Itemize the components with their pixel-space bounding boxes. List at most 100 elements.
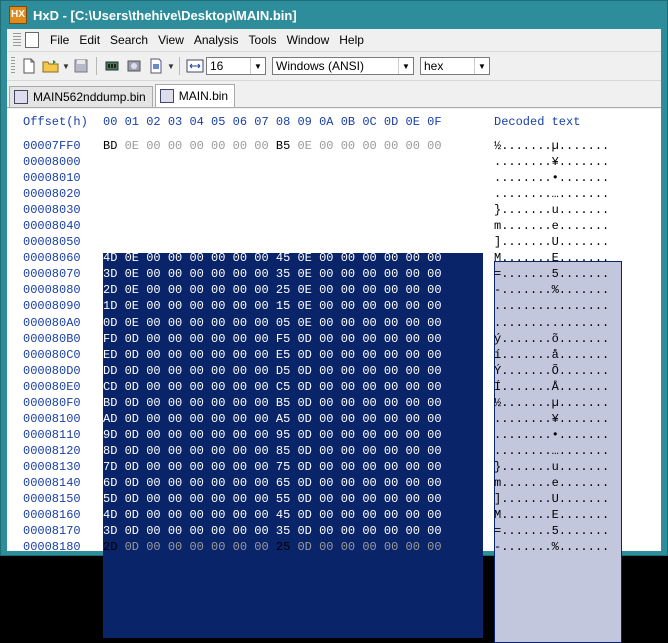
hex-byte[interactable]: 00 [406,364,428,378]
hex-byte[interactable]: 0D [125,364,147,378]
hex-byte[interactable]: 00 [233,524,255,538]
hex-byte[interactable]: 00 [254,251,276,265]
hex-byte[interactable]: 00 [146,235,168,249]
hex-byte[interactable]: 00 [189,412,211,426]
hex-byte[interactable]: 00 [341,524,363,538]
hex-byte[interactable]: 00 [211,380,233,394]
hex-byte[interactable]: 00 [362,380,384,394]
hex-byte[interactable]: 00 [168,540,190,554]
decoded-row[interactable]: ........•....... [494,170,609,186]
hex-byte[interactable]: 00 [406,171,428,185]
hex-byte[interactable]: 00 [211,171,233,185]
menu-tools[interactable]: Tools [244,33,282,47]
hex-byte[interactable]: 0E [125,155,147,169]
hex-byte[interactable]: 00 [254,171,276,185]
hex-byte[interactable]: 0E [125,235,147,249]
hex-byte[interactable]: 8D [103,444,125,458]
hex-byte[interactable]: 00 [319,171,341,185]
hex-byte[interactable]: 00 [168,299,190,313]
hex-byte[interactable]: 00 [406,396,428,410]
hex-byte[interactable]: 00 [146,155,168,169]
hex-byte[interactable]: A5 [276,412,298,426]
hex-byte[interactable]: 0E [297,171,319,185]
hex-byte[interactable]: 00 [427,428,441,442]
hex-byte[interactable]: 00 [427,203,441,217]
hex-byte[interactable]: 0E [297,187,319,201]
hex-row[interactable]: FD 0D 00 00 00 00 00 00 F5 0D 00 00 00 0… [103,331,442,347]
bytes-per-row-select[interactable]: 16 ▼ [206,57,266,75]
hex-byte[interactable]: 00 [427,476,441,490]
hex-byte[interactable]: 00 [254,380,276,394]
hex-byte[interactable]: 00 [384,428,406,442]
hex-byte[interactable]: 00 [406,508,428,522]
decoded-row[interactable]: ........…....... [494,443,609,459]
hex-byte[interactable]: 00 [254,283,276,297]
hex-byte[interactable]: 00 [146,283,168,297]
hex-byte[interactable]: 00 [168,316,190,330]
hex-byte[interactable]: 00 [189,332,211,346]
decoded-row[interactable]: }.......u....... [494,459,609,475]
hex-byte[interactable]: AD [103,412,125,426]
decoded-row[interactable]: ].......U....... [494,234,609,250]
hex-byte[interactable]: 0E [297,203,319,217]
hex-row[interactable]: 0D 0E 00 00 00 00 00 00 05 0E 00 00 00 0… [103,315,442,331]
hex-byte[interactable]: 0E [125,203,147,217]
decoded-row[interactable]: ........¥....... [494,154,609,170]
hex-byte[interactable]: 0E [125,267,147,281]
hex-byte[interactable]: 00 [406,460,428,474]
hex-byte[interactable]: 00 [341,460,363,474]
hex-byte[interactable]: 00 [362,139,384,153]
hex-byte[interactable]: 00 [168,460,190,474]
hex-byte[interactable]: 00 [146,444,168,458]
hex-byte[interactable]: 00 [254,348,276,362]
hex-byte[interactable]: 0D [125,524,147,538]
hex-byte[interactable]: 00 [211,428,233,442]
hex-row[interactable]: 2D 0E 00 00 00 00 00 00 25 0E 00 00 00 0… [103,282,442,298]
hex-byte[interactable]: 25 [276,283,298,297]
hex-byte[interactable]: 00 [362,540,384,554]
hex-byte[interactable]: 00 [384,283,406,297]
hex-byte[interactable]: 00 [233,251,255,265]
hex-byte[interactable]: 00 [254,219,276,233]
hex-byte[interactable]: 00 [189,316,211,330]
hex-byte[interactable]: 00 [362,299,384,313]
hex-byte[interactable]: 00 [254,428,276,442]
hex-byte[interactable]: 00 [427,524,441,538]
hex-byte[interactable]: 00 [427,380,441,394]
hex-byte[interactable]: 00 [168,283,190,297]
hex-byte[interactable]: 0D [297,444,319,458]
hex-byte[interactable]: 00 [189,283,211,297]
menu-file[interactable]: File [45,33,74,47]
hex-byte[interactable]: 00 [362,171,384,185]
menu-grip-icon[interactable] [13,33,21,47]
hex-byte[interactable]: 00 [362,155,384,169]
hex-editor-view[interactable]: Offset(h) 00 01 02 03 04 05 06 07 08 09 … [7,109,661,643]
hex-byte[interactable]: 0E [297,283,319,297]
hex-byte[interactable]: 0D [125,396,147,410]
hex-byte[interactable]: 00 [189,155,211,169]
hex-byte[interactable]: 0D [297,348,319,362]
hex-byte[interactable]: 00 [189,508,211,522]
hex-byte[interactable]: 00 [233,364,255,378]
hex-byte[interactable]: 00 [254,316,276,330]
hex-byte[interactable]: 00 [233,508,255,522]
hex-byte[interactable]: 00 [406,251,428,265]
hex-byte[interactable]: 0E [297,155,319,169]
hex-byte[interactable]: 0D [125,412,147,426]
hex-byte[interactable]: 00 [384,412,406,426]
hex-byte[interactable]: 00 [362,283,384,297]
hex-byte[interactable]: 00 [341,492,363,506]
hex-byte[interactable]: 00 [406,444,428,458]
hex-byte[interactable]: 00 [146,524,168,538]
hex-byte[interactable]: 00 [362,508,384,522]
decoded-row[interactable]: ........¥....... [494,411,609,427]
hex-byte[interactable]: 75 [276,460,298,474]
hex-byte[interactable]: 00 [362,396,384,410]
decoded-row[interactable]: ................ [494,298,609,314]
hex-byte[interactable]: 00 [406,219,428,233]
hex-byte[interactable]: 00 [189,428,211,442]
hex-byte[interactable]: 00 [254,332,276,346]
hex-byte[interactable]: 0E [297,267,319,281]
hex-byte[interactable]: BD [103,139,125,153]
hex-byte[interactable]: 00 [233,492,255,506]
